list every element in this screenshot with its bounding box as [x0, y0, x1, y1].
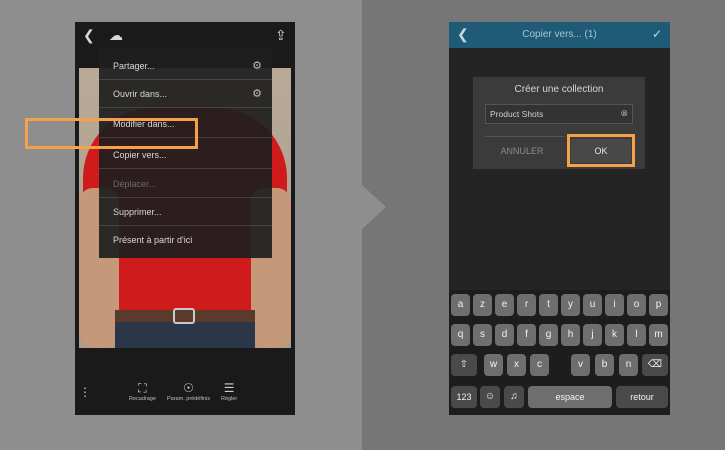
- tool-label: Param. prédéfinis: [167, 396, 211, 402]
- input-value: Product Shots: [490, 109, 544, 119]
- adjust-tool[interactable]: ☰ Régler: [221, 381, 237, 403]
- tool-label: Recadrage: [129, 396, 156, 402]
- share-icon[interactable]: ⇪: [275, 27, 287, 43]
- return-key[interactable]: retour: [616, 386, 668, 408]
- menu-item-label: Copier vers...: [113, 150, 167, 160]
- photo-buckle: [173, 308, 195, 324]
- phone-screen-left: ❮ ☁ ⇪ Partager... ⚙ Ouvrir dans... ⚙ Mod…: [75, 22, 295, 415]
- menu-item-present[interactable]: Présent à partir d'ici: [99, 226, 272, 254]
- sliders-icon: ☰: [223, 381, 235, 395]
- key[interactable]: z: [473, 294, 492, 316]
- presets-tool[interactable]: ☉ Param. prédéfinis: [167, 381, 210, 403]
- divider: [485, 136, 565, 137]
- gear-icon[interactable]: ⚙: [252, 80, 262, 108]
- key[interactable]: j: [583, 324, 602, 346]
- key[interactable]: s: [473, 324, 492, 346]
- key[interactable]: o: [627, 294, 646, 316]
- numbers-key[interactable]: 123: [451, 386, 477, 408]
- key[interactable]: r: [517, 294, 536, 316]
- key[interactable]: u: [583, 294, 602, 316]
- key[interactable]: e: [495, 294, 514, 316]
- key[interactable]: l: [627, 324, 646, 346]
- back-icon[interactable]: ❮: [83, 27, 95, 43]
- key[interactable]: c: [530, 354, 549, 376]
- key[interactable]: t: [539, 294, 558, 316]
- phone-screen-right: ❮ Copier vers... (1) ✓ Créer une collect…: [449, 22, 670, 415]
- menu-item-delete[interactable]: Supprimer...: [99, 198, 272, 226]
- dialog-title: Créer une collection: [514, 84, 604, 95]
- menu-item-label: Partager...: [113, 61, 155, 71]
- cloud-icon[interactable]: ☁: [109, 27, 123, 43]
- key[interactable]: k: [605, 324, 624, 346]
- cancel-button[interactable]: ANNULER: [485, 139, 559, 163]
- crop-tool[interactable]: ⛶ Recadrage: [129, 381, 156, 403]
- key[interactable]: d: [495, 324, 514, 346]
- menu-item-open-in[interactable]: Ouvrir dans... ⚙: [99, 80, 272, 108]
- step-arrow: [362, 185, 386, 229]
- tool-label: Régler: [221, 396, 238, 402]
- backspace-icon: ⌫: [647, 359, 663, 370]
- check-icon[interactable]: ✓: [652, 27, 662, 41]
- microphone-icon: ♫: [510, 391, 518, 402]
- header-bar: ❮ Copier vers... (1) ✓: [449, 22, 670, 48]
- key[interactable]: a: [451, 294, 470, 316]
- menu-item-move: Déplacer...: [99, 170, 272, 198]
- more-icon[interactable]: ⋮: [79, 385, 91, 399]
- menu-item-label: Déplacer...: [113, 179, 157, 189]
- backspace-key[interactable]: ⌫: [642, 354, 668, 376]
- shift-key[interactable]: ⇧: [451, 354, 477, 376]
- dictation-key[interactable]: ♫: [504, 386, 524, 408]
- clear-icon[interactable]: ⊗: [620, 108, 628, 119]
- menu-item-label: Supprimer...: [113, 207, 162, 217]
- key[interactable]: q: [451, 324, 470, 346]
- key[interactable]: m: [649, 324, 668, 346]
- emoji-key[interactable]: ☺: [480, 386, 500, 408]
- key[interactable]: i: [605, 294, 624, 316]
- menu-item-label: Présent à partir d'ici: [113, 235, 193, 245]
- crop-icon: ⛶: [138, 381, 147, 395]
- collection-name-input[interactable]: Product Shots ⊗: [485, 104, 633, 124]
- bottom-toolbar: ⋮ ⛶ Recadrage ☉ Param. prédéfinis ☰ Régl…: [75, 377, 295, 415]
- key[interactable]: h: [561, 324, 580, 346]
- highlight-copy-to: [25, 118, 198, 149]
- header-title: Copier vers... (1): [522, 29, 597, 40]
- emoji-icon: ☺: [484, 391, 496, 402]
- top-bar: ❮ ☁ ⇪: [75, 22, 295, 48]
- key[interactable]: b: [595, 354, 614, 376]
- key[interactable]: g: [539, 324, 558, 346]
- key[interactable]: x: [507, 354, 526, 376]
- gear-icon[interactable]: ⚙: [252, 52, 262, 80]
- key[interactable]: p: [649, 294, 668, 316]
- key[interactable]: y: [561, 294, 580, 316]
- key[interactable]: w: [484, 354, 503, 376]
- highlight-ok: [567, 134, 635, 167]
- key[interactable]: f: [517, 324, 536, 346]
- context-menu: Partager... ⚙ Ouvrir dans... ⚙ Modifier …: [99, 48, 272, 258]
- menu-item-label: Ouvrir dans...: [113, 89, 168, 99]
- key[interactable]: n: [619, 354, 638, 376]
- keyboard: a z e r t y u i o p q s d f g h j k l m …: [449, 290, 670, 415]
- presets-icon: ☉: [183, 381, 194, 395]
- space-key[interactable]: espace: [528, 386, 612, 408]
- key[interactable]: v: [571, 354, 590, 376]
- shift-icon: ⇧: [459, 359, 469, 370]
- menu-item-share[interactable]: Partager... ⚙: [99, 52, 272, 80]
